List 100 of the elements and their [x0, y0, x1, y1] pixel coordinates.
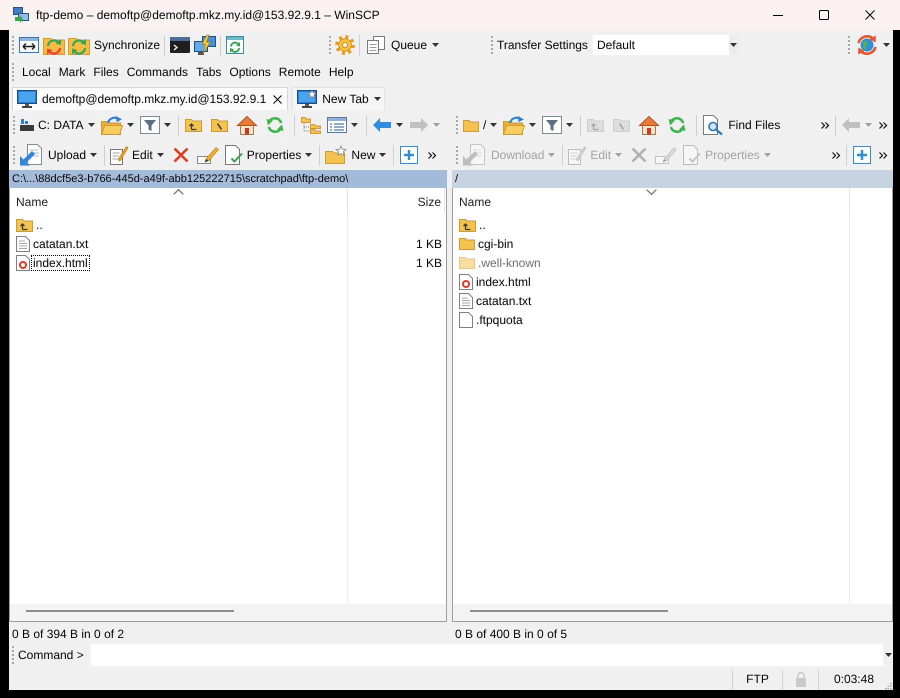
caret-icon: [529, 123, 536, 127]
home-directory-button[interactable]: [637, 113, 662, 137]
close-icon: [865, 10, 875, 20]
home-directory-button[interactable]: [234, 113, 259, 137]
scrollbar-thumb[interactable]: [470, 610, 668, 612]
filter-button[interactable]: [138, 113, 173, 137]
menu-item[interactable]: Files: [89, 62, 123, 82]
transfer-settings-dropdown[interactable]: Default: [592, 35, 739, 55]
file-name[interactable]: catatan.txt: [31, 236, 90, 252]
external-terminal-button[interactable]: [193, 33, 218, 57]
horizontal-scrollbar[interactable]: [10, 604, 446, 621]
caret-icon: [615, 153, 622, 157]
chevrons-icon: [879, 122, 887, 128]
folder-up-icon: [459, 218, 476, 232]
caret-icon: [883, 43, 890, 47]
caret-icon: [156, 153, 164, 157]
close-tab-button[interactable]: [271, 92, 284, 106]
folder-slash-icon: [210, 118, 228, 132]
menu-item[interactable]: Tabs: [192, 62, 226, 82]
properties-button[interactable]: Properties: [224, 143, 314, 167]
new-button[interactable]: New: [324, 143, 388, 167]
pencil-field-icon: [196, 146, 219, 164]
plus-icon: [853, 146, 871, 164]
upload-button[interactable]: Upload: [19, 143, 98, 167]
arrow-left-icon: [842, 118, 860, 132]
menu-item[interactable]: Remote: [274, 62, 325, 82]
selection-summary: 0 B of 394 B in 0 of 2: [11, 626, 126, 642]
menu-item[interactable]: Options: [225, 62, 275, 82]
arrow-right-icon: [410, 118, 428, 132]
globe-arrows-icon: [856, 34, 878, 56]
html-file-icon: [459, 274, 473, 290]
notepad-pencil-icon: [110, 146, 128, 164]
file-icon: [459, 312, 473, 328]
file-name[interactable]: .ftpquota: [474, 312, 525, 328]
queue-button[interactable]: Queue: [364, 33, 442, 57]
folder-star-icon: [325, 146, 348, 164]
horizontal-scrollbar[interactable]: [453, 604, 892, 621]
caret-icon: [350, 123, 358, 127]
close-icon: [273, 94, 282, 104]
synchronize-button[interactable]: Synchronize: [67, 33, 162, 57]
window-title: ftp-demo – demoftp@demoftp.mkz.my.id@153.92.9.1 – WinSCP: [36, 8, 381, 22]
file-size: 1 KB: [414, 236, 443, 250]
documents-icon: [366, 36, 386, 54]
scrollbar-thumb[interactable]: [26, 610, 234, 612]
tab[interactable]: demoftp@demoftp.mkz.my.id@153.92.9.1: [12, 87, 288, 110]
menu-item[interactable]: Help: [324, 62, 358, 82]
menu-item[interactable]: Local: [18, 62, 55, 82]
transfer-settings-label: Transfer Settings: [497, 38, 588, 52]
chevrons-icon: [879, 152, 887, 158]
notepad-pencil-icon: [568, 146, 586, 164]
menu-item[interactable]: Commands: [122, 62, 192, 82]
document-check-icon: [224, 145, 243, 165]
add-button[interactable]: [398, 143, 420, 167]
file-name[interactable]: cgi-bin: [476, 236, 516, 252]
file-name[interactable]: ..: [477, 216, 488, 232]
command-label: Command >: [18, 648, 84, 662]
document-magnifier-icon: [703, 115, 724, 135]
file-name[interactable]: catatan.txt: [474, 292, 534, 308]
location-dropdown[interactable]: C: DATA: [19, 113, 96, 137]
monitor-icon: [17, 90, 37, 108]
home-icon: [236, 116, 257, 134]
synchronized-browsing-button[interactable]: [225, 33, 246, 57]
terminal-icon: [170, 37, 190, 53]
caret-icon: [548, 153, 556, 157]
resize-grip-icon: [884, 682, 892, 690]
edit-button[interactable]: Edit: [109, 143, 165, 167]
caret-icon: [764, 153, 771, 157]
computers-icon: [13, 7, 29, 23]
tab[interactable]: New Tab: [292, 87, 385, 110]
arrow-left-icon: [372, 118, 391, 132]
folder-arrow-icon: [503, 116, 526, 134]
caret-icon: [90, 153, 98, 157]
caret-icon: [305, 153, 312, 157]
window-arrows-icon: [226, 36, 244, 54]
file-name[interactable]: .well-known: [476, 254, 543, 270]
monitor-star-icon: [297, 90, 318, 108]
file-name[interactable]: index.html: [474, 274, 533, 290]
location-dropdown[interactable]: /: [462, 113, 498, 137]
open-directory-button[interactable]: [98, 113, 136, 137]
find-files-button[interactable]: Find Files: [701, 113, 782, 137]
drive-icon: [20, 119, 34, 131]
caret-icon: [126, 123, 134, 127]
filter-button[interactable]: [540, 113, 576, 137]
open-directory-button[interactable]: [501, 113, 538, 137]
filter-icon: [542, 116, 562, 134]
monitors-bolt-icon: [194, 35, 216, 55]
file-name[interactable]: ..: [34, 216, 45, 232]
session-time: 0:03:48: [818, 668, 884, 690]
caret-icon: [865, 123, 872, 127]
menu-item[interactable]: Mark: [54, 62, 90, 82]
folder-icon: [463, 118, 479, 132]
preferences-button[interactable]: [335, 33, 355, 57]
file-name[interactable]: index.html: [31, 254, 90, 270]
caret-icon: [164, 123, 171, 127]
selection-summary: 0 B of 400 B in 0 of 5: [454, 626, 568, 642]
folder-up-icon: [16, 218, 33, 232]
folder-tree-icon: [300, 116, 321, 134]
document-arrow-icon: [20, 144, 44, 166]
folder-arrow-icon: [100, 116, 123, 134]
plus-icon: [400, 146, 418, 164]
